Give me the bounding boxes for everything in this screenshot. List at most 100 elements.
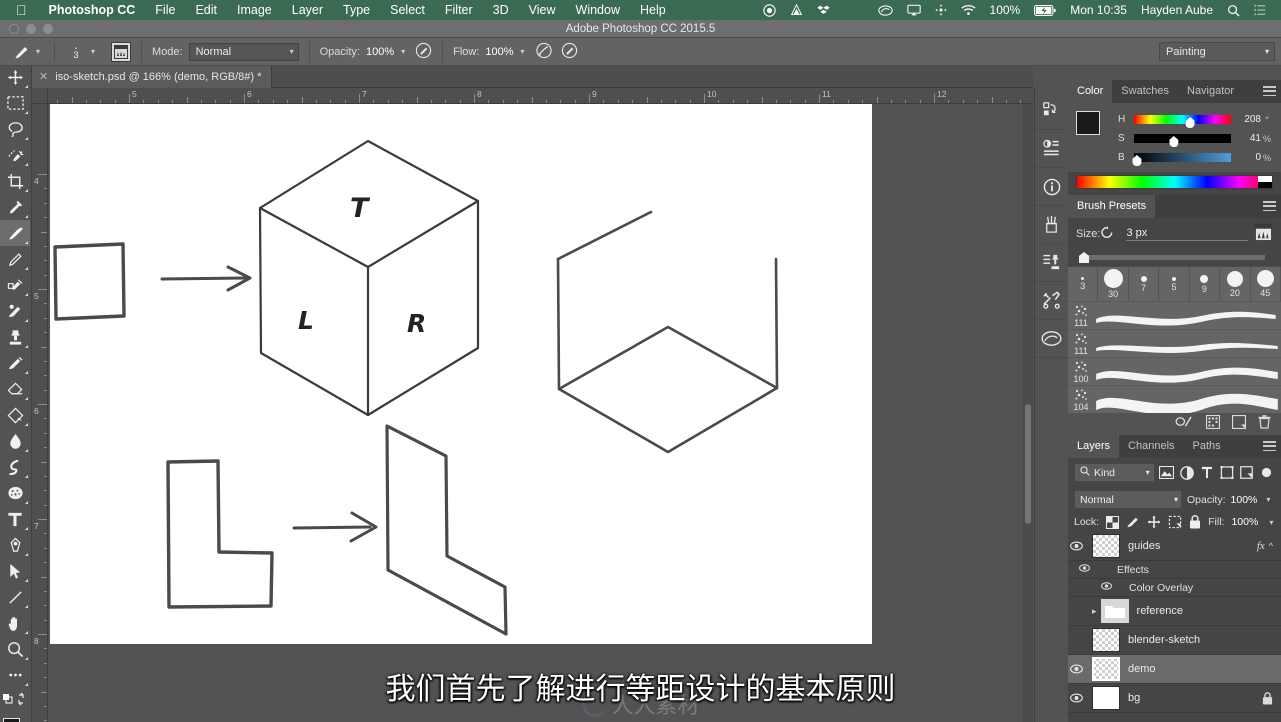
move-tool[interactable]: [0, 64, 30, 90]
pen-tool[interactable]: [0, 532, 30, 558]
color-panel-menu-icon[interactable]: [1263, 86, 1276, 96]
tab-channels[interactable]: Channels: [1119, 435, 1183, 458]
sponge-tool[interactable]: [0, 480, 30, 506]
tab-paths[interactable]: Paths: [1184, 435, 1230, 458]
layer-thumbnail[interactable]: [1092, 534, 1120, 558]
hand-tool[interactable]: [0, 610, 30, 636]
history-brush-tool[interactable]: [0, 350, 30, 376]
brush-tip-cell[interactable]: 3: [1068, 267, 1099, 301]
eraser-tool[interactable]: [0, 376, 30, 402]
close-icon[interactable]: ✕: [39, 70, 48, 83]
spotlight-search-icon[interactable]: [1220, 4, 1247, 17]
opacity-chevron-down-icon[interactable]: ▾: [401, 47, 405, 56]
color-overlay-visibility-toggle[interactable]: [1068, 582, 1112, 593]
pressure-size-toggle[interactable]: [561, 42, 578, 62]
ruler-origin[interactable]: [32, 88, 48, 104]
menu-item-type[interactable]: Type: [333, 0, 380, 20]
canvas-viewport[interactable]: T L R: [48, 104, 1033, 722]
black-white-swatches[interactable]: [1258, 176, 1272, 188]
layer-visibility-toggle[interactable]: [1070, 541, 1092, 551]
gradient-tool[interactable]: [0, 402, 30, 428]
brush-presets-panel-icon[interactable]: [1034, 206, 1069, 244]
effects-visibility-toggle[interactable]: [1068, 564, 1090, 575]
toggle-brush-icon[interactable]: [1175, 415, 1194, 433]
lock-image-pixels-icon[interactable]: [1126, 515, 1140, 529]
toggle-brush-panel-button[interactable]: [105, 38, 137, 65]
brush-preset-item[interactable]: 111: [1068, 301, 1281, 329]
scrollbar-thumb[interactable]: [1025, 404, 1031, 524]
canvas-vertical-scrollbar[interactable]: [1023, 104, 1033, 722]
brush-tool[interactable]: [0, 220, 30, 246]
flow-value[interactable]: 100%: [485, 46, 513, 58]
layer-group-folder-icon[interactable]: [1100, 599, 1129, 623]
opacity-value[interactable]: 100%: [366, 46, 394, 58]
adjustment-filter-icon[interactable]: [1179, 464, 1195, 481]
smart-object-filter-icon[interactable]: [1239, 464, 1255, 481]
layer-row-guides[interactable]: guides fx ^: [1068, 532, 1281, 561]
layer-effects-row[interactable]: Effects: [1068, 561, 1281, 579]
layer-row-blender-sketch[interactable]: blender-sketch: [1068, 626, 1281, 655]
airplay-icon[interactable]: [900, 4, 928, 17]
menu-item-image[interactable]: Image: [227, 0, 282, 20]
menu-item-edit[interactable]: Edit: [185, 0, 227, 20]
lock-position-icon[interactable]: [1147, 515, 1161, 529]
blur-tool[interactable]: [0, 428, 30, 454]
eyedropper-tool[interactable]: [0, 194, 30, 220]
brush-tip-cell[interactable]: 30: [1098, 267, 1129, 301]
line-tool[interactable]: [0, 584, 30, 610]
dodge-tool[interactable]: [0, 454, 30, 480]
tab-navigator[interactable]: Navigator: [1178, 80, 1243, 103]
new-preset-icon[interactable]: [1205, 414, 1221, 434]
layer-filter-kind-select[interactable]: Kind ▾: [1074, 463, 1155, 482]
vertical-ruler[interactable]: 4 5 6 7 8: [32, 104, 48, 722]
chevron-up-icon[interactable]: ^: [1269, 541, 1273, 551]
lock-all-icon[interactable]: [1189, 515, 1201, 529]
create-new-brush-icon[interactable]: [1231, 414, 1247, 434]
brush-tip-cell[interactable]: 9: [1190, 267, 1221, 301]
user-name-label[interactable]: Hayden Aube: [1134, 3, 1220, 17]
brush-panel-icon[interactable]: [111, 41, 132, 62]
fill-chevron-down-icon[interactable]: ▾: [1269, 518, 1273, 527]
lasso-tool[interactable]: [0, 116, 30, 142]
menu-item-layer[interactable]: Layer: [282, 0, 333, 20]
chevron-right-icon[interactable]: ▸: [1092, 606, 1097, 617]
battery-icon[interactable]: [1027, 4, 1063, 16]
menu-item-filter[interactable]: Filter: [435, 0, 483, 20]
rectangular-marquee-tool[interactable]: [0, 90, 30, 116]
creative-cloud-icon[interactable]: [871, 4, 900, 17]
layer-name[interactable]: blender-sketch: [1128, 634, 1281, 646]
layers-panel-menu-icon[interactable]: [1263, 441, 1276, 451]
pixel-filter-icon[interactable]: [1159, 464, 1175, 481]
brush-preset-item[interactable]: 111: [1068, 329, 1281, 357]
pencil-tool[interactable]: [0, 246, 30, 272]
fill-value[interactable]: 100%: [1231, 516, 1258, 528]
tab-brush-presets[interactable]: Brush Presets: [1068, 195, 1156, 218]
tab-swatches[interactable]: Swatches: [1112, 80, 1178, 103]
brush-size-slider-knob[interactable]: [1079, 252, 1089, 263]
menu-item-view[interactable]: View: [519, 0, 566, 20]
adjustments-panel-icon[interactable]: [1034, 130, 1069, 168]
path-selection-tool[interactable]: [0, 558, 30, 584]
menu-item-file[interactable]: File: [145, 0, 185, 20]
horizontal-ruler[interactable]: 456789101112: [48, 88, 1033, 104]
shortcut-icon[interactable]: [928, 4, 954, 16]
layer-effect-color-overlay-row[interactable]: Color Overlay: [1068, 579, 1281, 597]
canvas[interactable]: T L R: [50, 104, 872, 644]
tool-presets-panel-icon[interactable]: [1034, 282, 1069, 320]
brightness-slider[interactable]: [1132, 153, 1231, 166]
menu-item-window[interactable]: Window: [566, 0, 630, 20]
foreground-color-swatch[interactable]: [3, 718, 20, 722]
brush-panel-icon[interactable]: [1254, 223, 1273, 245]
shape-filter-icon[interactable]: [1219, 464, 1235, 481]
info-panel-icon[interactable]: [1034, 168, 1069, 206]
foreground-color-swatch[interactable]: [1076, 111, 1100, 135]
delete-brush-icon[interactable]: [1258, 414, 1271, 434]
brush-preset-item[interactable]: 100: [1068, 357, 1281, 385]
saturation-value[interactable]: 41: [1235, 133, 1261, 144]
history-panel-icon[interactable]: [1034, 92, 1069, 130]
dropbox-icon[interactable]: [810, 4, 837, 17]
brush-tip-cell[interactable]: 5: [1159, 267, 1190, 301]
brush-size-slider[interactable]: [1076, 252, 1273, 263]
brush-preview[interactable]: · 3: [65, 40, 87, 63]
brightness-value[interactable]: 0: [1235, 152, 1261, 163]
